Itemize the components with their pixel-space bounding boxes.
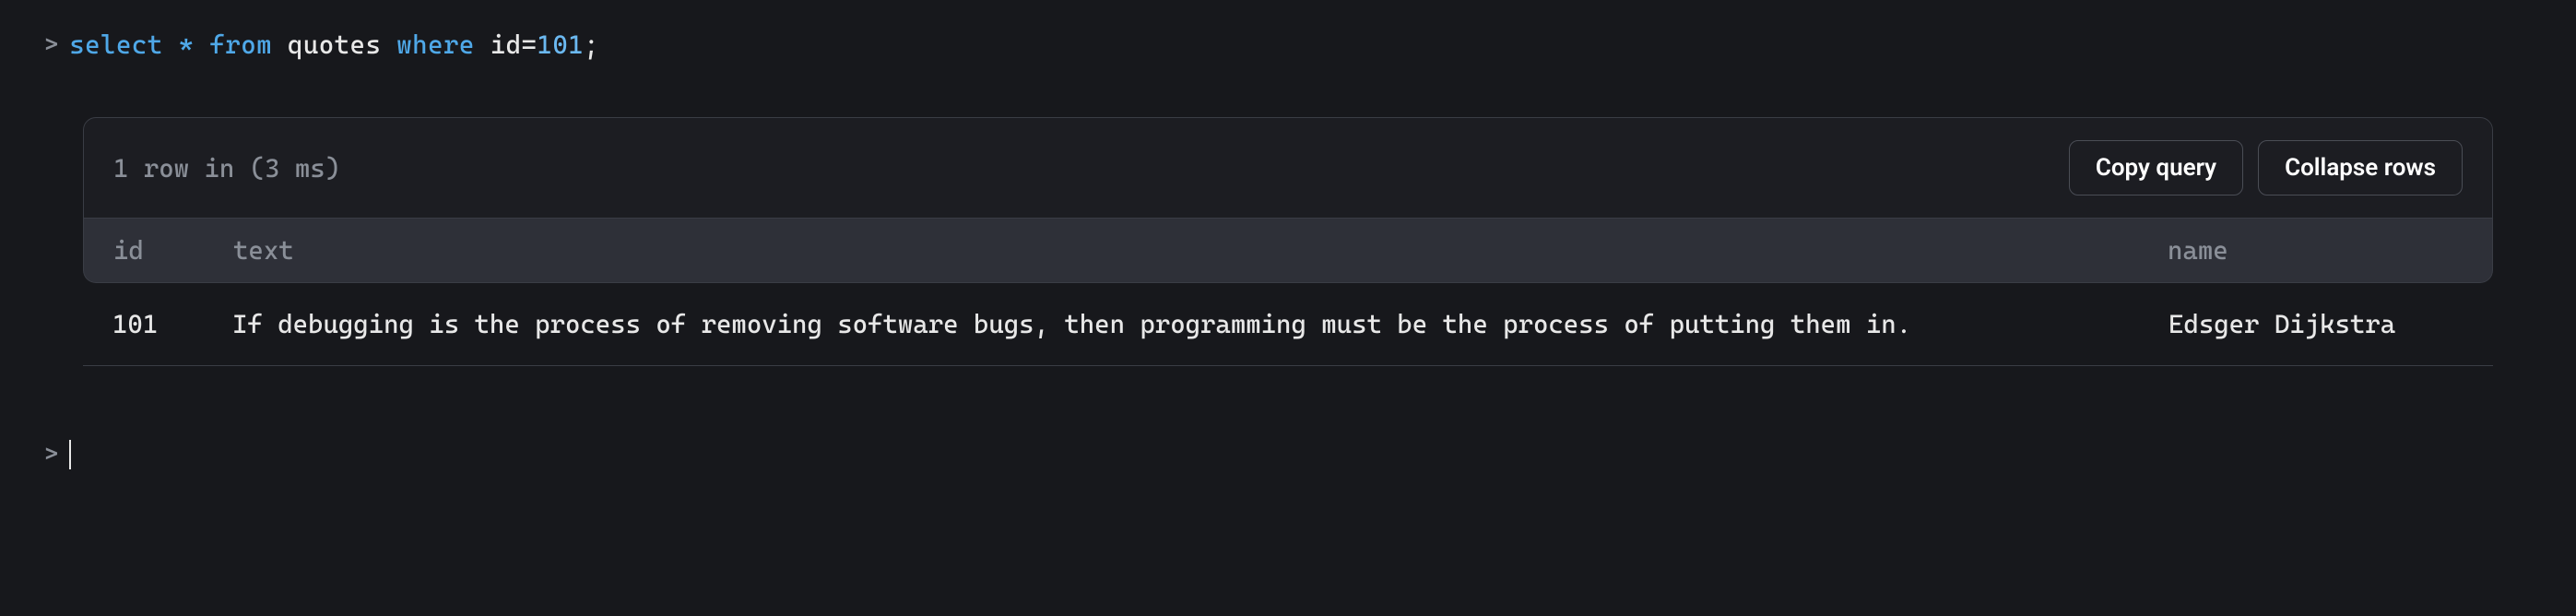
query-text: select * from quotes where id=101; [69,30,599,60]
collapse-rows-button[interactable]: Collapse rows [2258,140,2463,195]
cell-name: Edsger Dijkstra [2168,309,2464,339]
prompt-symbol: > [44,441,58,468]
column-header-name: name [2168,235,2463,266]
copy-query-button[interactable]: Copy query [2069,140,2243,195]
result-block: 1 row in (3 ms) Copy query Collapse rows… [83,117,2493,366]
input-prompt-line[interactable]: > [0,403,2576,480]
table-row: 101 If debugging is the process of remov… [83,283,2493,366]
status-text: 1 row in (3 ms) [113,153,340,184]
cell-id: 101 [112,309,232,339]
semicolon: ; [584,30,599,60]
keyword-where: where [396,30,475,60]
equals-operator: = [522,30,538,60]
keyword-star: * [179,30,195,60]
text-cursor [69,440,71,469]
column-name: id [490,30,522,60]
table-name: quotes [288,30,381,60]
keyword-from: from [209,30,272,60]
cell-text: If debugging is the process of removing … [232,309,2168,339]
prompt-symbol: > [44,31,58,59]
column-header-id: id [113,235,233,266]
button-group: Copy query Collapse rows [2069,140,2463,195]
column-headers: id text name [83,219,2493,283]
keyword-select: select [69,30,162,60]
numeric-value: 101 [537,30,584,60]
column-header-text: text [233,235,2168,266]
result-header: 1 row in (3 ms) Copy query Collapse rows [83,117,2493,219]
executed-query-line: > select * from quotes where id=101; [0,18,2576,71]
